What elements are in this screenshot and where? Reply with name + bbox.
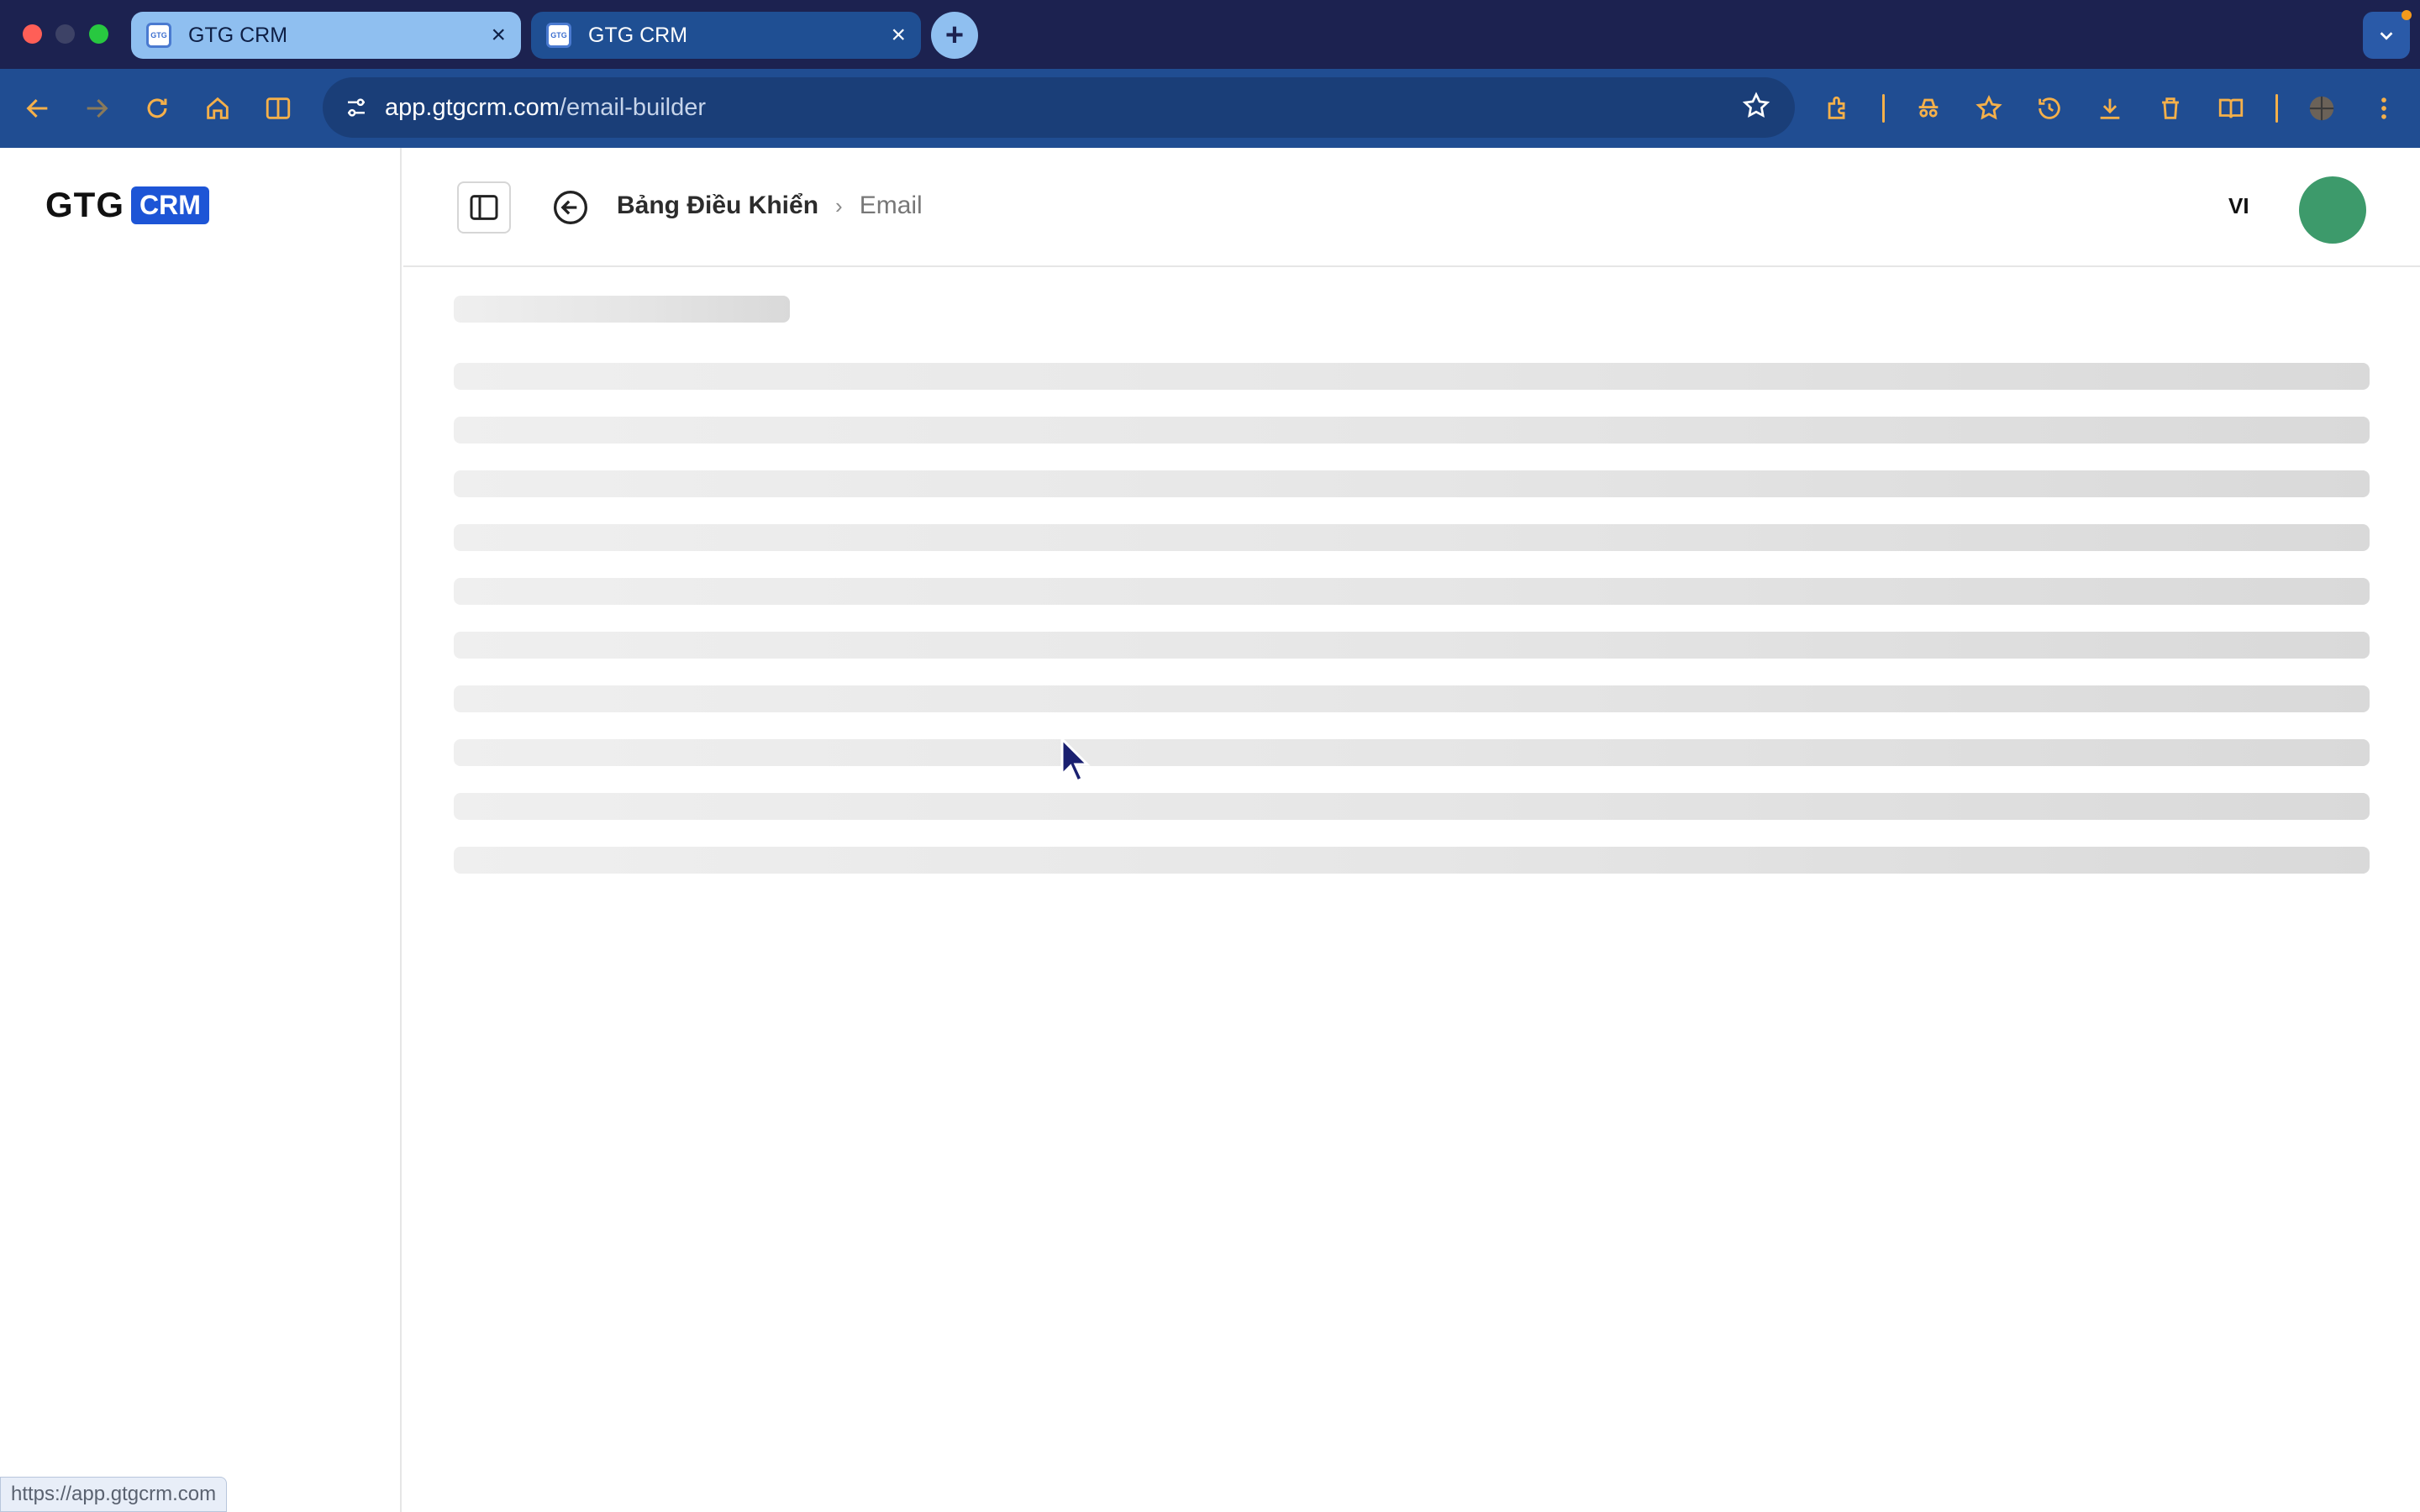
incognito-icon xyxy=(1918,98,1939,118)
app-logo[interactable]: GTG CRM xyxy=(45,185,209,225)
chevron-down-icon xyxy=(2380,32,2393,40)
history-icon xyxy=(2039,97,2060,119)
close-tab-icon[interactable]: × xyxy=(891,23,906,48)
app-header: Bảng Điều Khiển › Email VI xyxy=(403,148,2420,267)
language-switcher[interactable]: VI xyxy=(2228,193,2249,219)
skeleton-line xyxy=(454,632,2370,659)
home-button[interactable] xyxy=(197,87,239,129)
close-window-button[interactable] xyxy=(23,24,42,44)
puzzle-icon xyxy=(1828,96,1845,119)
app-sidebar: GTG CRM xyxy=(0,148,402,1512)
sidebar-icon xyxy=(470,195,498,220)
address-bar[interactable]: app.gtgcrm.com/email-builder xyxy=(323,77,1795,138)
site-info-button[interactable] xyxy=(339,91,373,124)
skeleton-line xyxy=(454,417,2370,444)
downloads-button[interactable] xyxy=(2089,87,2131,129)
browser-tab-1[interactable]: GTG GTG CRM × xyxy=(131,12,521,59)
breadcrumb-dashboard[interactable]: Bảng Điều Khiển xyxy=(617,192,818,220)
tab-search-button[interactable] xyxy=(2363,10,2412,59)
reload-icon xyxy=(147,98,167,118)
favorites-button[interactable] xyxy=(1968,87,2010,129)
profile-icon xyxy=(2309,96,2334,121)
skeleton-line xyxy=(454,578,2370,605)
tab-title: GTG CRM xyxy=(188,23,288,47)
new-tab-button[interactable]: + xyxy=(931,12,978,59)
profile-button[interactable] xyxy=(2301,87,2343,129)
star-icon xyxy=(1742,92,1770,118)
reload-button[interactable] xyxy=(136,87,178,129)
toolbar-separator xyxy=(2275,94,2278,123)
minimize-window-button[interactable] xyxy=(55,24,75,44)
download-icon xyxy=(2100,98,2120,119)
browser-tab-2[interactable]: GTG GTG CRM × xyxy=(531,12,921,59)
favicon-icon: GTG xyxy=(546,23,571,48)
url-path: /email-builder xyxy=(559,93,706,121)
favicon-icon: GTG xyxy=(146,23,171,48)
avatar[interactable] xyxy=(2299,176,2366,244)
split-view-icon xyxy=(266,97,291,119)
breadcrumb: Bảng Điều Khiển › Email xyxy=(617,192,923,220)
skeleton-line xyxy=(454,363,2370,390)
back-button[interactable] xyxy=(17,87,59,129)
more-vert-icon xyxy=(2381,97,2386,119)
logo-text: GTG xyxy=(45,185,124,224)
url-text: app.gtgcrm.com/email-builder xyxy=(385,94,706,122)
notification-dot xyxy=(2402,10,2412,20)
favorites-icon xyxy=(1975,94,2002,120)
skeleton-title xyxy=(454,296,790,323)
reading-list-button[interactable] xyxy=(2210,87,2252,129)
home-icon xyxy=(207,97,229,119)
link-status-bar: https://app.gtgcrm.com xyxy=(0,1477,228,1512)
breadcrumb-current: Email xyxy=(859,192,923,219)
reading-list-icon xyxy=(2218,98,2244,118)
arrow-right-icon xyxy=(87,98,108,118)
bookmark-button[interactable] xyxy=(1741,91,1771,125)
skeleton-line xyxy=(454,739,2370,766)
tab-title: GTG CRM xyxy=(588,23,688,47)
skeleton-line xyxy=(454,685,2370,712)
maximize-window-button[interactable] xyxy=(89,24,108,44)
browser-menu-button[interactable] xyxy=(2363,87,2405,129)
skeleton-line xyxy=(454,524,2370,551)
tune-icon xyxy=(348,98,365,117)
incognito-button[interactable] xyxy=(1907,87,1949,129)
history-button[interactable] xyxy=(2028,87,2070,129)
skeleton-line xyxy=(454,847,2370,874)
back-button[interactable] xyxy=(551,188,590,227)
browser-toolbar: app.gtgcrm.com/email-builder xyxy=(0,69,2420,148)
tab-bar: GTG GTG CRM × GTG GTG CRM × + xyxy=(0,0,2420,69)
trash-button[interactable] xyxy=(2149,87,2191,129)
arrow-left-icon xyxy=(26,98,48,118)
arrow-left-circle-icon xyxy=(554,191,587,224)
split-view-button[interactable] xyxy=(257,87,299,129)
trash-icon xyxy=(2162,97,2179,119)
close-tab-icon[interactable]: × xyxy=(491,23,506,48)
chevron-right-icon: › xyxy=(835,192,843,218)
forward-button[interactable] xyxy=(76,87,118,129)
sidebar-toggle-button[interactable] xyxy=(457,181,511,234)
skeleton-line xyxy=(454,793,2370,820)
mouse-cursor-icon xyxy=(1060,738,1091,784)
logo-badge: CRM xyxy=(131,186,209,224)
skeleton-line xyxy=(454,470,2370,497)
url-domain: app.gtgcrm.com xyxy=(385,93,560,121)
extensions-button[interactable] xyxy=(1817,87,1859,129)
toolbar-separator xyxy=(1882,94,1885,123)
